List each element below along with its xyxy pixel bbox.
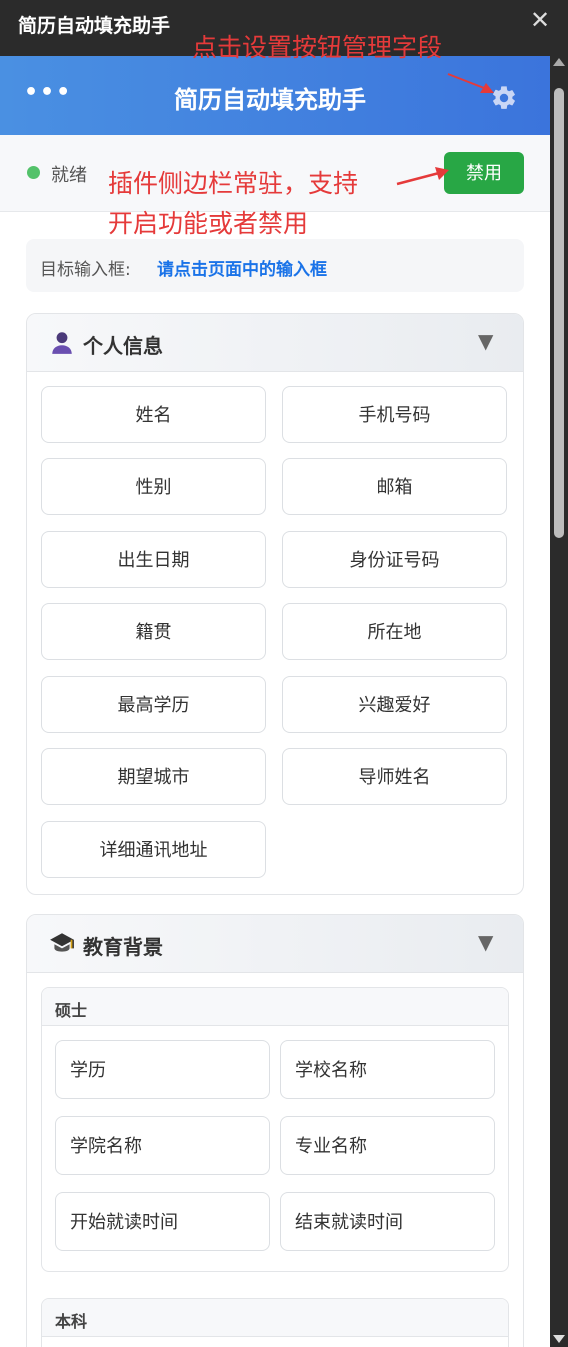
status-indicator (27, 166, 40, 179)
section-education: 教育背景 ▼ 硕士 学历 学校名称 学院名称 专业名称 开始就读时间 结束就读时… (26, 914, 524, 1347)
annotation-sidebar-note-2: 开启功能或者禁用 (108, 209, 309, 238)
field-button[interactable]: 学院名称 (55, 1116, 270, 1175)
annotation-arrow-icon (447, 73, 494, 93)
person-icon (52, 332, 72, 354)
subsection-title: 本科 (55, 1312, 88, 1331)
scroll-thumb[interactable] (554, 88, 564, 538)
close-icon[interactable]: ✕ (526, 6, 554, 34)
field-button[interactable]: 开始就读时间 (55, 1192, 270, 1251)
annotation-gear-note: 点击设置按钮管理字段 (192, 33, 443, 62)
field-button[interactable]: 期望城市 (41, 748, 266, 805)
subsection-masters: 硕士 学历 学校名称 学院名称 专业名称 开始就读时间 结束就读时间 (41, 987, 509, 1272)
field-button[interactable]: 出生日期 (41, 531, 266, 588)
section-title: 个人信息 (83, 334, 163, 358)
field-button[interactable]: 兴趣爱好 (282, 676, 507, 733)
field-button[interactable]: 身份证号码 (282, 531, 507, 588)
field-button[interactable]: 邮箱 (282, 458, 507, 515)
field-button[interactable]: 学历 (55, 1040, 270, 1099)
status-text: 就绪 (51, 165, 87, 186)
target-value: 请点击页面中的输入框 (157, 260, 327, 280)
annotation-arrow-icon (396, 167, 449, 186)
field-button[interactable]: 导师姓名 (282, 748, 507, 805)
subsection-title: 硕士 (55, 1001, 88, 1020)
graduation-cap-icon (50, 933, 74, 952)
scrollbar[interactable] (550, 56, 568, 1347)
target-label: 目标输入框: (40, 260, 131, 280)
field-button[interactable]: 籍贯 (41, 603, 266, 660)
section-personal-info: 个人信息 ▼ 姓名 手机号码 性别 邮箱 出生日期 身份证号码 籍贯 所在地 最… (26, 313, 524, 895)
field-button[interactable]: 姓名 (41, 386, 266, 443)
field-button[interactable]: 所在地 (282, 603, 507, 660)
field-button[interactable]: 详细通讯地址 (41, 821, 266, 878)
disable-button[interactable]: 禁用 (444, 152, 524, 194)
field-button[interactable]: 手机号码 (282, 386, 507, 443)
scroll-up-arrow-icon[interactable] (553, 58, 565, 66)
field-button[interactable]: 性别 (41, 458, 266, 515)
field-button[interactable]: 最高学历 (41, 676, 266, 733)
section-header-education[interactable]: 教育背景 ▼ (27, 915, 523, 973)
subsection-bachelor: 本科 (41, 1298, 509, 1347)
field-button[interactable]: 学校名称 (280, 1040, 495, 1099)
section-header-personal[interactable]: 个人信息 ▼ (27, 314, 523, 372)
scroll-down-arrow-icon[interactable] (553, 1335, 565, 1343)
section-title: 教育背景 (83, 935, 163, 959)
field-button[interactable]: 专业名称 (280, 1116, 495, 1175)
field-button[interactable]: 结束就读时间 (280, 1192, 495, 1251)
window-title: 简历自动填充助手 (18, 15, 171, 37)
annotation-sidebar-note-1: 插件侧边栏常驻，支持 (108, 169, 359, 198)
subsection-header: 硕士 (42, 988, 508, 1026)
subsection-header: 本科 (42, 1299, 508, 1337)
collapse-toggle-icon[interactable]: ▼ (478, 930, 493, 954)
collapse-toggle-icon[interactable]: ▼ (478, 329, 493, 353)
target-input-info: 目标输入框: 请点击页面中的输入框 (26, 239, 524, 292)
sidebar-panel: ••• 简历自动填充助手 就绪 禁用 目标输入框: 请点击页面中的输入框 个人信… (0, 56, 550, 1347)
